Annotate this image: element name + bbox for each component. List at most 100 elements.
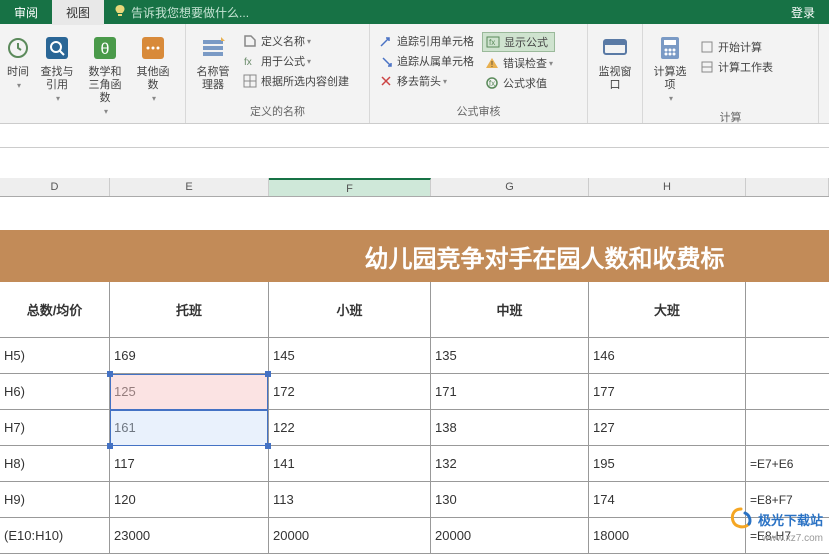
trace-dep-label: 追踪从属单元格 <box>397 53 474 69</box>
calc-now-icon <box>699 39 715 55</box>
remove-arrows-icon <box>378 73 394 89</box>
tell-me-text: 告诉我您想要做什么... <box>131 4 249 21</box>
cell[interactable]: 171 <box>431 374 589 409</box>
table-row: H7) 161 122 138 127 <box>0 410 829 446</box>
time-button[interactable]: 时间▾ <box>4 30 32 94</box>
data-table: 总数/均价 托班 小班 中班 大班 H5) 169 145 135 146 H6… <box>0 282 829 554</box>
math-label: 数学和三角函数 <box>84 66 126 105</box>
header-tuoban: 托班 <box>110 282 269 337</box>
more-funcs-button[interactable]: 其他函数▾ <box>130 30 176 107</box>
table-row: H9) 120 113 130 174 =E8+F7 <box>0 482 829 518</box>
ribbon: 时间▾ 查找与引用▾ θ 数学和三角函数▾ 其他函数▾ 名称管理器 <box>0 24 829 124</box>
cell[interactable]: H8) <box>0 446 110 481</box>
calc-icon <box>654 32 686 64</box>
title-band: 幼儿园竞争对手在园人数和收费标 <box>0 230 829 282</box>
lookup-button[interactable]: 查找与引用▾ <box>34 30 80 107</box>
cell[interactable]: 125 <box>110 374 269 409</box>
error-check-button[interactable]: !错误检查▾ <box>482 54 555 72</box>
fx-icon: fx <box>242 53 258 69</box>
trace-prec-icon <box>378 33 394 49</box>
cell[interactable]: 141 <box>269 446 431 481</box>
cell[interactable]: 113 <box>269 482 431 517</box>
watermark-text: 极光下载站 <box>758 510 823 529</box>
name-manager-button[interactable]: 名称管理器 <box>190 30 236 94</box>
watch-window-button[interactable]: 监视窗口 <box>592 30 638 94</box>
cell[interactable]: 145 <box>269 338 431 373</box>
selection-handle[interactable] <box>107 443 113 449</box>
cell[interactable]: =E7+E6 <box>746 446 829 481</box>
cell[interactable]: 195 <box>589 446 746 481</box>
watch-icon <box>599 32 631 64</box>
col-header-d[interactable]: D <box>0 178 110 196</box>
trace-precedents-button[interactable]: 追踪引用单元格 <box>376 32 476 50</box>
cell[interactable]: 120 <box>110 482 269 517</box>
remove-arrows-button[interactable]: 移去箭头▾ <box>376 72 476 90</box>
col-header-g[interactable]: G <box>431 178 589 196</box>
col-header-f[interactable]: F <box>269 178 431 196</box>
tab-review[interactable]: 审阅 <box>0 0 52 25</box>
formula-bar[interactable] <box>0 126 829 148</box>
svg-text:fx: fx <box>489 79 495 88</box>
cell[interactable] <box>746 374 829 409</box>
col-header-e[interactable]: E <box>110 178 269 196</box>
col-header-h[interactable]: H <box>589 178 746 196</box>
cell[interactable]: 127 <box>589 410 746 445</box>
header-zhongban: 中班 <box>431 282 589 337</box>
cell[interactable]: H7) <box>0 410 110 445</box>
calc-options-label: 计算选项 <box>649 66 691 92</box>
show-formulas-button[interactable]: fx显示公式 <box>482 32 555 52</box>
trace-dependents-button[interactable]: 追踪从属单元格 <box>376 52 476 70</box>
tell-me-box[interactable]: 告诉我您想要做什么... <box>104 4 777 21</box>
eval-label: 公式求值 <box>503 75 547 91</box>
cell[interactable]: 135 <box>431 338 589 373</box>
create-from-selection-button[interactable]: 根据所选内容创建 <box>240 72 351 90</box>
lightbulb-icon <box>114 4 126 21</box>
name-manager-icon <box>197 32 229 64</box>
col-header-i[interactable] <box>746 178 829 196</box>
table-row: (E10:H10) 23000 20000 20000 18000 =E8-H7 <box>0 518 829 554</box>
cell[interactable]: 130 <box>431 482 589 517</box>
cell[interactable]: H5) <box>0 338 110 373</box>
theta-icon: θ <box>89 32 121 64</box>
selection-handle[interactable] <box>107 371 113 377</box>
svg-text:θ: θ <box>101 41 110 58</box>
header-daban: 大班 <box>589 282 746 337</box>
calc-sheet-button[interactable]: 计算工作表 <box>697 58 775 76</box>
calc-options-button[interactable]: 计算选项▾ <box>647 30 693 107</box>
tag-icon <box>242 33 258 49</box>
tab-bar: 审阅 视图 告诉我您想要做什么... 登录 <box>0 0 829 24</box>
use-in-formula-label: 用于公式 <box>261 53 305 69</box>
cell[interactable] <box>746 410 829 445</box>
cell[interactable]: 161 <box>110 410 269 445</box>
cell[interactable]: H6) <box>0 374 110 409</box>
error-icon: ! <box>484 55 500 71</box>
cell[interactable]: H9) <box>0 482 110 517</box>
selection-handle[interactable] <box>265 371 271 377</box>
define-name-label: 定义名称 <box>261 33 305 49</box>
clock-icon <box>2 32 34 64</box>
selection-handle[interactable] <box>265 443 271 449</box>
cell[interactable]: 177 <box>589 374 746 409</box>
calc-now-button[interactable]: 开始计算 <box>697 38 775 56</box>
watermark-url: www.xz7.com <box>762 533 823 544</box>
cell[interactable]: 174 <box>589 482 746 517</box>
math-trig-button[interactable]: θ 数学和三角函数▾ <box>82 30 128 120</box>
eval-icon: fx <box>484 75 500 91</box>
tab-view[interactable]: 视图 <box>52 0 104 25</box>
cell[interactable]: 172 <box>269 374 431 409</box>
header-xiaoban: 小班 <box>269 282 431 337</box>
cell[interactable]: 117 <box>110 446 269 481</box>
cell[interactable] <box>746 338 829 373</box>
cell[interactable]: 122 <box>269 410 431 445</box>
cell[interactable]: 169 <box>110 338 269 373</box>
login-button[interactable]: 登录 <box>777 4 829 21</box>
cell[interactable]: 138 <box>431 410 589 445</box>
more-label: 其他函数 <box>132 66 174 92</box>
lookup-label: 查找与引用 <box>36 66 78 92</box>
define-name-button[interactable]: 定义名称▾ <box>240 32 351 50</box>
cell[interactable]: 146 <box>589 338 746 373</box>
column-headers: D E F G H <box>0 178 829 197</box>
eval-formula-button[interactable]: fx 公式求值 <box>482 74 555 92</box>
use-in-formula-button[interactable]: fx用于公式▾ <box>240 52 351 70</box>
cell[interactable]: 132 <box>431 446 589 481</box>
